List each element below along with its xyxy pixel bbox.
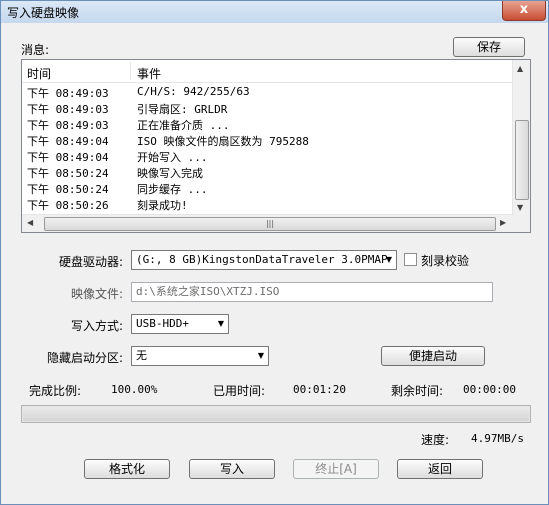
log-time: 下午 08:50:26 — [27, 199, 109, 212]
image-file-field[interactable]: d:\系统之家ISO\XTZJ.ISO — [131, 282, 493, 302]
log-row[interactable]: 下午 08:50:24 映像写入完成 — [22, 164, 514, 180]
quick-boot-button[interactable]: 便捷启动 — [381, 346, 485, 366]
log-row[interactable]: 下午 08:49:04 ISO 映像文件的扇区数为 795288 — [22, 132, 514, 148]
back-button[interactable]: 返回 — [397, 459, 483, 479]
log-event: 映像写入完成 — [137, 167, 203, 180]
write-button[interactable]: 写入 — [189, 459, 275, 479]
speed-label: 速度: — [421, 433, 450, 447]
log-row[interactable]: 下午 08:49:03 正在准备介质 ... — [22, 116, 514, 132]
progress-fill — [23, 407, 529, 421]
write-disk-image-window: 写入硬盘映像 x 消息: 保存 时间 事件 下午 08:49:03 C/H/S: … — [0, 0, 549, 505]
log-event: 引导扇区: GRLDR — [137, 103, 228, 116]
log-event: C/H/S: 942/255/63 — [137, 85, 250, 98]
scroll-grip-icon: ||| — [265, 219, 275, 228]
save-button[interactable]: 保存 — [453, 37, 525, 57]
log-event: 同步缓存 ... — [137, 183, 208, 196]
hidden-partition-select[interactable]: 无 ▼ — [131, 346, 269, 366]
window-title: 写入硬盘映像 — [7, 6, 80, 20]
log-row[interactable]: 下午 08:49:03 C/H/S: 942/255/63 — [22, 84, 514, 100]
log-rows: 下午 08:49:03 C/H/S: 942/255/63 下午 08:49:03… — [22, 84, 514, 212]
scroll-right-icon[interactable]: ▶ — [500, 218, 506, 227]
close-button[interactable]: x — [502, 1, 546, 21]
log-column-time[interactable]: 时间 — [27, 65, 51, 82]
log-vertical-scrollbar[interactable]: ▲ ▼ — [512, 60, 530, 216]
chevron-down-icon: ▼ — [217, 319, 224, 328]
done-ratio-value: 100.00% — [111, 383, 158, 396]
horizontal-scroll-thumb[interactable]: ||| — [44, 217, 496, 231]
chevron-down-icon: ▼ — [385, 255, 392, 264]
drive-label: 硬盘驱动器: — [59, 255, 124, 269]
column-divider — [130, 62, 131, 80]
log-row[interactable]: 下午 08:50:26 刻录成功! — [22, 196, 514, 212]
log-time: 下午 08:50:24 — [27, 167, 109, 180]
remaining-time-label: 剩余时间: — [391, 384, 444, 398]
write-progress-bar — [21, 405, 531, 423]
hidden-partition-label: 隐藏启动分区: — [47, 351, 124, 365]
messages-label: 消息: — [21, 43, 50, 57]
elapsed-time-value: 00:01:20 — [293, 383, 346, 396]
title-bar[interactable]: 写入硬盘映像 x — [1, 1, 548, 23]
write-mode-label: 写入方式: — [71, 319, 124, 333]
image-file-value: d:\系统之家ISO\XTZJ.ISO — [136, 285, 280, 298]
log-horizontal-scrollbar[interactable]: ◀ ||| ▶ — [22, 214, 514, 232]
log-time: 下午 08:49:03 — [27, 87, 109, 100]
log-event: 刻录成功! — [137, 199, 188, 212]
log-time: 下午 08:50:24 — [27, 183, 109, 196]
log-row[interactable]: 下午 08:49:03 引导扇区: GRLDR — [22, 100, 514, 116]
vertical-scroll-thumb[interactable] — [515, 120, 529, 200]
elapsed-time-label: 已用时间: — [213, 384, 266, 398]
log-header: 时间 事件 — [22, 60, 514, 83]
scroll-down-icon[interactable]: ▼ — [517, 203, 523, 212]
verify-checkbox[interactable] — [404, 253, 417, 266]
abort-button: 终止[A] — [293, 459, 379, 479]
remaining-time-value: 00:00:00 — [463, 383, 516, 396]
scrollbar-corner — [513, 215, 530, 232]
log-row[interactable]: 下午 08:50:24 同步缓存 ... — [22, 180, 514, 196]
verify-label[interactable]: 刻录校验 — [421, 252, 469, 269]
image-file-label: 映像文件: — [71, 287, 124, 301]
log-time: 下午 08:49:04 — [27, 151, 109, 164]
log-time: 下午 08:49:03 — [27, 103, 109, 116]
log-event: 开始写入 ... — [137, 151, 208, 164]
format-button[interactable]: 格式化 — [84, 459, 170, 479]
log-event: ISO 映像文件的扇区数为 795288 — [137, 135, 309, 148]
drive-value: (G:, 8 GB)KingstonDataTraveler 3.0PMAP — [136, 253, 388, 266]
drive-select[interactable]: (G:, 8 GB)KingstonDataTraveler 3.0PMAP ▼ — [131, 250, 397, 270]
log-event: 正在准备介质 ... — [137, 119, 230, 132]
write-mode-value: USB-HDD+ — [136, 317, 189, 330]
hidden-partition-value: 无 — [136, 349, 147, 362]
log-row[interactable]: 下午 08:49:04 开始写入 ... — [22, 148, 514, 164]
speed-value: 4.97MB/s — [471, 432, 524, 445]
close-icon: x — [519, 2, 529, 17]
log-time: 下午 08:49:03 — [27, 119, 109, 132]
message-log[interactable]: 时间 事件 下午 08:49:03 C/H/S: 942/255/63 下午 08… — [21, 59, 531, 233]
log-column-event[interactable]: 事件 — [137, 65, 161, 82]
scroll-left-icon[interactable]: ◀ — [27, 218, 33, 227]
done-ratio-label: 完成比例: — [29, 384, 82, 398]
scroll-up-icon[interactable]: ▲ — [517, 64, 523, 73]
write-mode-select[interactable]: USB-HDD+ ▼ — [131, 314, 229, 334]
log-time: 下午 08:49:04 — [27, 135, 109, 148]
chevron-down-icon: ▼ — [257, 351, 264, 360]
